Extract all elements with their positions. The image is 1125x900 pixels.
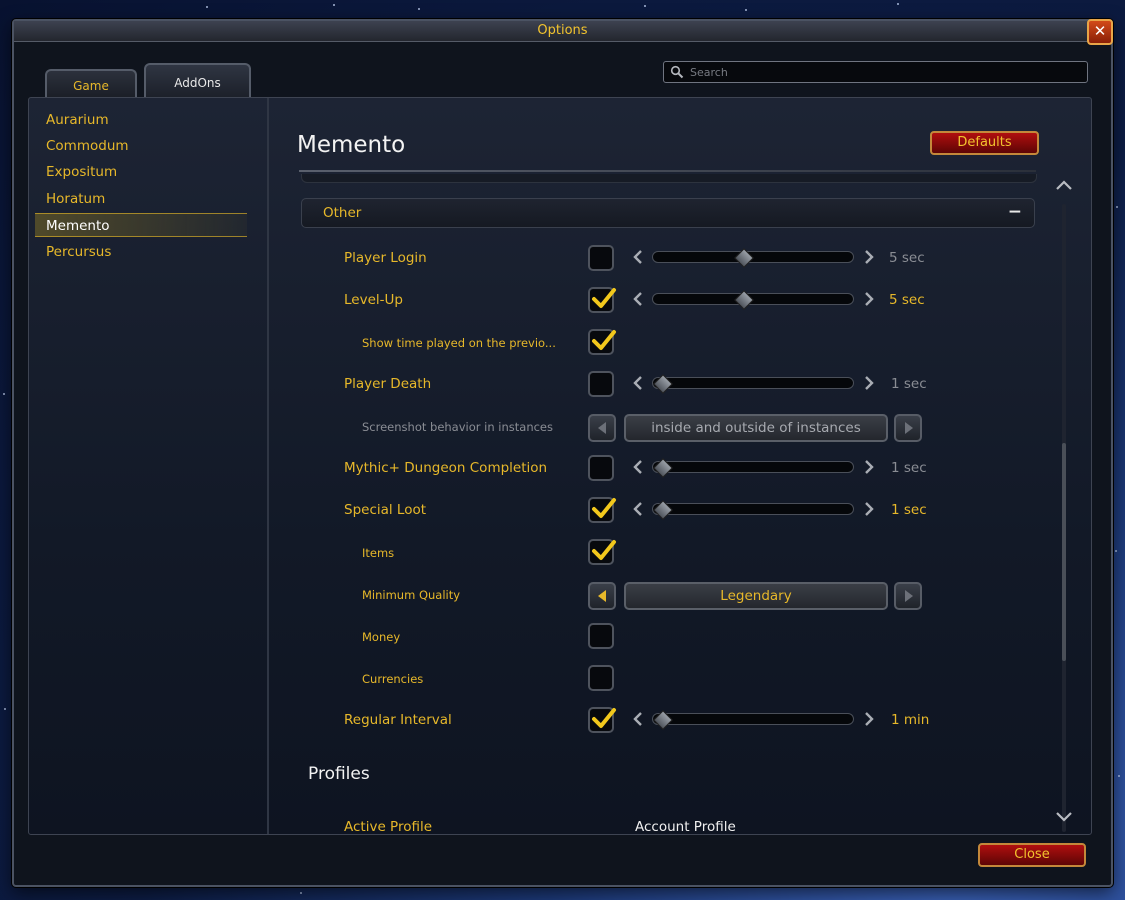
scroll-down-icon[interactable] <box>1055 810 1073 824</box>
checkmark-icon <box>592 708 616 728</box>
level-up-increase-icon[interactable] <box>863 292 875 306</box>
screenshot-behavior-label: Screenshot behavior in instances <box>362 420 553 434</box>
checkmark-icon <box>592 288 616 308</box>
search-icon <box>670 65 684 79</box>
slider-thumb[interactable] <box>653 500 673 520</box>
minimum-quality-prev-button[interactable] <box>588 582 616 610</box>
special-loot-checkbox[interactable] <box>588 497 616 523</box>
items-checkbox[interactable] <box>588 539 616 565</box>
collapse-icon[interactable]: − <box>1008 202 1022 222</box>
slider-thumb[interactable] <box>653 458 673 478</box>
special-loot-decrease-icon[interactable] <box>632 502 644 516</box>
money-label: Money <box>362 630 401 644</box>
mythic-plus-increase-icon[interactable] <box>863 460 875 474</box>
search-box <box>663 61 1088 83</box>
minimum-quality-label: Minimum Quality <box>362 588 461 602</box>
mythic-plus-decrease-icon[interactable] <box>632 460 644 474</box>
active-profile-label: Active Profile <box>344 819 433 835</box>
player-login-checkbox[interactable] <box>588 245 614 271</box>
title-divider <box>299 170 1036 172</box>
regular-interval-increase-icon[interactable] <box>863 712 875 726</box>
show-time-played-label: Show time played on the previo... <box>362 336 556 350</box>
player-death-value: 1 sec <box>891 376 927 392</box>
triangle-right-icon <box>905 422 913 434</box>
player-death-slider[interactable] <box>652 374 854 394</box>
sidebar-item-horatum[interactable]: Horatum <box>46 187 246 211</box>
screenshot-behavior-dropdown[interactable]: inside and outside of instances <box>624 414 888 442</box>
player-login-slider[interactable] <box>652 248 854 268</box>
sidebar-item-memento[interactable]: Memento <box>35 213 247 237</box>
addon-list: Aurarium Commodum Expositum Horatum Meme… <box>29 98 269 834</box>
regular-interval-slider[interactable] <box>652 710 854 730</box>
player-death-decrease-icon[interactable] <box>632 376 644 390</box>
special-loot-slider[interactable] <box>652 500 854 520</box>
close-button[interactable]: Close <box>978 843 1086 867</box>
player-login-value: 5 sec <box>889 250 925 266</box>
mythic-plus-checkbox[interactable] <box>588 455 614 481</box>
minimum-quality-next-button[interactable] <box>894 582 922 610</box>
player-login-decrease-icon[interactable] <box>632 250 644 264</box>
show-time-played-checkbox[interactable] <box>588 329 616 355</box>
screenshot-behavior-prev-button[interactable] <box>588 414 616 442</box>
level-up-decrease-icon[interactable] <box>632 292 644 306</box>
sidebar-item-aurarium[interactable]: Aurarium <box>46 108 246 132</box>
regular-interval-value: 1 min <box>891 712 930 728</box>
minimum-quality-dropdown[interactable]: Legendary <box>624 582 888 610</box>
slider-thumb[interactable] <box>734 290 754 310</box>
triangle-right-icon <box>905 590 913 602</box>
level-up-checkbox[interactable] <box>588 287 616 313</box>
special-loot-label: Special Loot <box>344 502 427 518</box>
search-input[interactable] <box>688 63 1082 81</box>
scrollbar-thumb[interactable] <box>1062 443 1066 661</box>
sidebar-item-commodum[interactable]: Commodum <box>46 134 246 158</box>
scroll-up-icon[interactable] <box>1055 178 1073 192</box>
slider-thumb[interactable] <box>653 710 673 730</box>
items-label: Items <box>362 546 395 560</box>
player-login-increase-icon[interactable] <box>863 250 875 264</box>
checkmark-icon <box>592 330 616 350</box>
currencies-checkbox[interactable] <box>588 665 614 691</box>
level-up-slider[interactable] <box>652 290 854 310</box>
active-profile-value[interactable]: Account Profile <box>635 819 736 835</box>
section-label: Other <box>323 205 362 221</box>
tab-addons[interactable]: AddOns <box>144 63 251 101</box>
triangle-left-icon <box>598 422 606 434</box>
player-login-label: Player Login <box>344 250 427 266</box>
player-death-increase-icon[interactable] <box>863 376 875 390</box>
slider-thumb[interactable] <box>653 374 673 394</box>
mythic-plus-value: 1 sec <box>891 460 927 476</box>
options-window: Options ✕ Game AddOns Aurarium Commodum … <box>12 19 1113 887</box>
mythic-plus-label: Mythic+ Dungeon Completion <box>344 460 548 476</box>
window-title: Options <box>537 23 588 38</box>
special-loot-value: 1 sec <box>891 502 927 518</box>
level-up-value: 5 sec <box>889 292 925 308</box>
close-window-icon[interactable]: ✕ <box>1087 19 1113 45</box>
currencies-label: Currencies <box>362 672 424 686</box>
title-bar[interactable]: Options <box>14 21 1111 42</box>
special-loot-increase-icon[interactable] <box>863 502 875 516</box>
profiles-heading: Profiles <box>308 764 370 784</box>
defaults-button[interactable]: Defaults <box>930 131 1039 155</box>
mythic-plus-slider[interactable] <box>652 458 854 478</box>
level-up-label: Level-Up <box>344 292 403 308</box>
regular-interval-checkbox[interactable] <box>588 707 616 733</box>
page-title: Memento <box>297 132 406 158</box>
content-frame: Aurarium Commodum Expositum Horatum Meme… <box>28 97 1092 835</box>
checkmark-icon <box>592 540 616 560</box>
previous-section-edge <box>301 174 1037 183</box>
sidebar-item-percursus[interactable]: Percursus <box>46 240 246 264</box>
screenshot-behavior-next-button[interactable] <box>894 414 922 442</box>
section-header-other[interactable]: Other − <box>301 198 1035 228</box>
regular-interval-label: Regular Interval <box>344 712 452 728</box>
triangle-left-icon <box>598 590 606 602</box>
regular-interval-decrease-icon[interactable] <box>632 712 644 726</box>
money-checkbox[interactable] <box>588 623 614 649</box>
sidebar-item-expositum[interactable]: Expositum <box>46 160 246 184</box>
slider-thumb[interactable] <box>734 248 754 268</box>
checkmark-icon <box>592 498 616 518</box>
player-death-checkbox[interactable] <box>588 371 614 397</box>
player-death-label: Player Death <box>344 376 432 392</box>
